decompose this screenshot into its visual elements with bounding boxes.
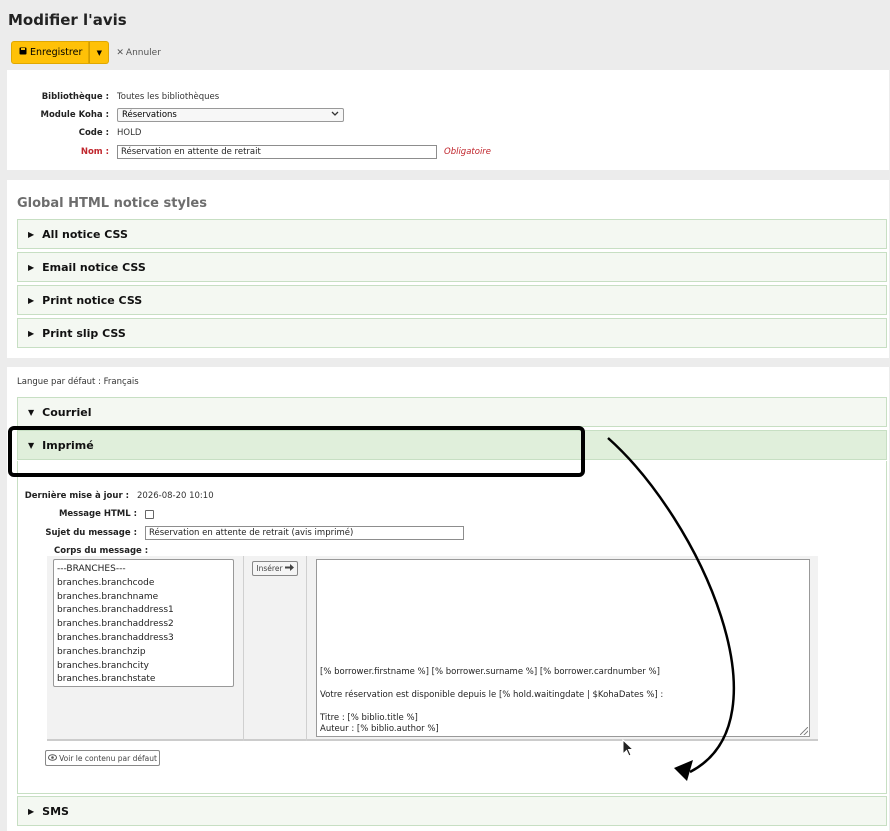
arrow-annotation bbox=[607, 437, 736, 781]
mouse-cursor-icon bbox=[622, 739, 634, 757]
